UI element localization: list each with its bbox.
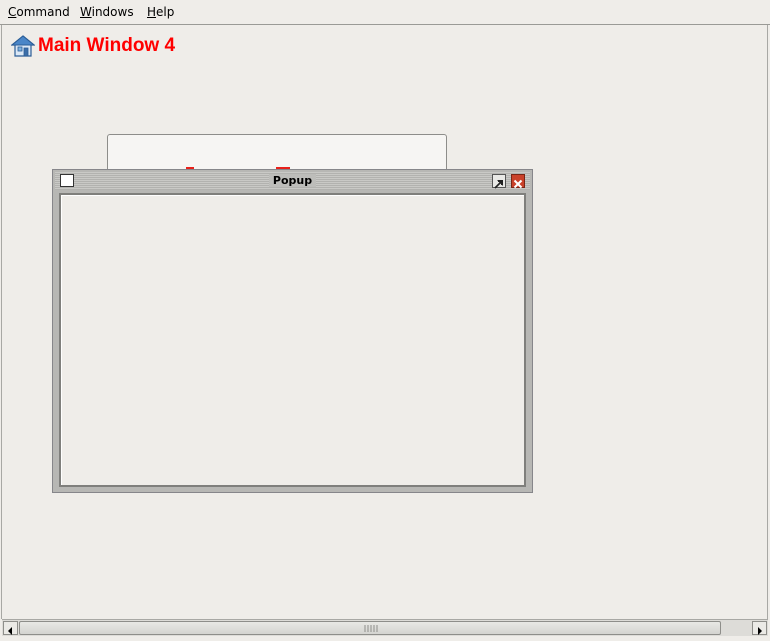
popup-titlebar[interactable]: Popup — [55, 172, 530, 190]
popup-title: Popup — [55, 172, 530, 190]
arrow-right-icon — [758, 627, 762, 635]
maximize-icon — [494, 180, 503, 189]
menu-windows-mnemonic: W — [80, 5, 92, 19]
maximize-button[interactable] — [492, 174, 506, 189]
menu-help-rest: elp — [156, 5, 175, 19]
close-button[interactable] — [511, 174, 525, 189]
scroll-left-button[interactable] — [3, 621, 18, 635]
scroll-right-button[interactable] — [752, 621, 767, 635]
popup-content-area — [59, 193, 526, 487]
menu-command[interactable]: Command — [8, 5, 70, 19]
menu-windows-rest: indows — [91, 5, 134, 19]
main-window-title: Main Window 4 — [38, 35, 176, 56]
menu-help[interactable]: Help — [147, 5, 174, 19]
window-icon[interactable] — [60, 174, 74, 187]
background-internal-frame[interactable] — [107, 134, 447, 174]
menu-command-rest: ommand — [16, 5, 70, 19]
menu-bar: Command Windows Help — [0, 0, 770, 25]
home-icon — [11, 35, 35, 57]
scroll-thumb[interactable] — [19, 621, 721, 635]
main-window-header: Main Window 4 — [11, 34, 175, 58]
close-icon — [513, 179, 523, 189]
horizontal-scrollbar[interactable] — [2, 619, 768, 636]
arrow-left-icon — [8, 627, 12, 635]
popup-window[interactable]: Popup — [52, 169, 533, 493]
grip-icon — [364, 625, 378, 632]
menu-help-mnemonic: H — [147, 5, 157, 19]
menu-windows[interactable]: Windows — [80, 5, 134, 19]
